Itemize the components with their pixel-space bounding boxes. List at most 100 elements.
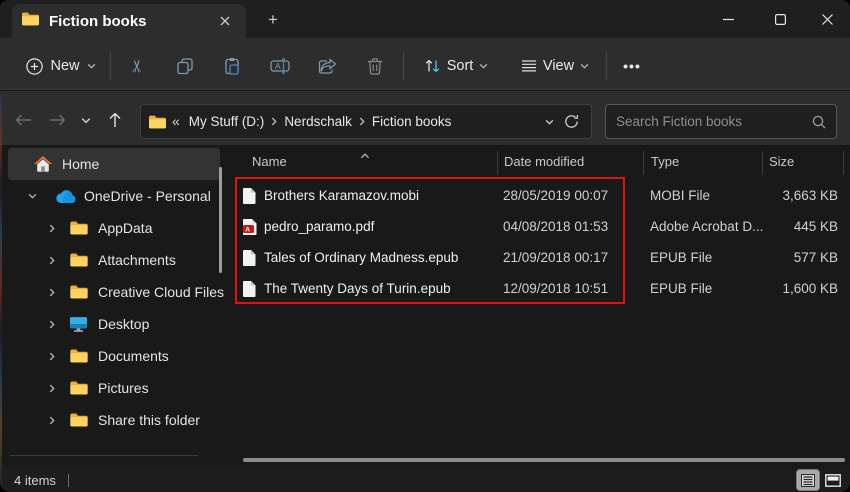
column-divider[interactable] (497, 151, 498, 175)
sidebar-item-share-this-folder[interactable]: Share this folder (8, 404, 220, 436)
copy-button[interactable] (165, 48, 205, 84)
up-arrow-icon (109, 112, 121, 128)
svg-text:A: A (275, 61, 281, 71)
file-row[interactable]: A pedro_paramo.pdf 04/08/2018 01:53 Adob… (0, 212, 850, 243)
file-name: Tales of Ordinary Madness.epub (264, 250, 458, 265)
chevron-right-icon[interactable] (269, 117, 279, 126)
generic-file-icon (243, 250, 256, 271)
tab-close-icon[interactable] (214, 10, 236, 32)
new-tab-button[interactable]: + (260, 7, 286, 33)
tab-title: Fiction books (49, 13, 214, 30)
folder-icon (70, 413, 88, 427)
see-more-button[interactable]: ••• (614, 48, 650, 84)
folder-icon (70, 381, 88, 395)
breadcrumb-overflow-button[interactable]: « (166, 113, 184, 131)
column-header-type[interactable]: Type (647, 150, 683, 173)
view-button[interactable]: View (512, 48, 598, 84)
file-explorer-window: Fiction books + New ✂ A (0, 0, 850, 492)
column-header-size[interactable]: Size (765, 150, 798, 173)
column-header-date-modified[interactable]: Date modified (500, 150, 588, 173)
share-button[interactable] (307, 48, 347, 84)
forward-button[interactable] (42, 105, 72, 135)
rename-button[interactable]: A (260, 48, 300, 84)
sort-button[interactable]: Sort (412, 48, 500, 84)
refresh-icon[interactable] (564, 114, 583, 129)
chevron-right-icon[interactable] (46, 320, 58, 329)
folder-icon (22, 12, 39, 31)
thumbnail-view-button[interactable] (822, 470, 844, 490)
chevron-down-icon (479, 63, 488, 69)
details-view-icon (801, 474, 815, 487)
file-name: Brothers Karamazov.mobi (264, 188, 419, 203)
desktop-icon (70, 317, 87, 332)
file-row[interactable]: The Twenty Days of Turin.epub 12/09/2018… (0, 274, 850, 305)
back-button[interactable] (8, 105, 38, 135)
toolbar-divider (606, 52, 607, 80)
sidebar-item-label: Desktop (98, 316, 149, 332)
chevron-down-icon (580, 63, 589, 69)
more-icon: ••• (623, 58, 641, 74)
column-divider[interactable] (762, 151, 763, 175)
file-row[interactable]: Tales of Ordinary Madness.epub 21/09/201… (0, 243, 850, 274)
paste-button[interactable] (212, 48, 252, 84)
column-divider[interactable] (843, 151, 844, 175)
folder-icon (70, 349, 88, 363)
column-header-name[interactable]: Name (248, 150, 291, 173)
sort-icon (424, 58, 441, 74)
close-button[interactable] (804, 0, 850, 38)
up-button[interactable] (100, 105, 130, 135)
thumbnail-view-icon (825, 474, 841, 487)
sidebar-item-pictures[interactable]: Pictures (8, 372, 220, 404)
details-view-button[interactable] (797, 470, 819, 490)
view-toggle-group (797, 470, 844, 490)
column-divider[interactable] (643, 151, 644, 175)
chevron-right-icon[interactable] (46, 352, 58, 361)
file-type: Adobe Acrobat D... (650, 219, 763, 234)
delete-button[interactable] (355, 48, 395, 84)
cut-icon: ✂ (128, 59, 148, 73)
sidebar-item-documents[interactable]: Documents (8, 340, 220, 372)
content-area: Home OneDrive - Personal AppData (0, 145, 850, 468)
file-type: EPUB File (650, 250, 712, 265)
file-size: 1,600 KB (748, 281, 838, 296)
view-button-label: View (543, 58, 574, 74)
maximize-icon (775, 14, 786, 25)
folder-icon (149, 115, 166, 129)
chevron-right-icon[interactable] (46, 384, 58, 393)
pdf-file-icon: A (243, 219, 257, 240)
back-arrow-icon (15, 114, 32, 126)
sort-ascending-icon (360, 146, 370, 164)
toolbar-divider (110, 52, 111, 80)
horizontal-scrollbar[interactable] (243, 458, 845, 462)
new-button[interactable]: New (14, 48, 108, 84)
share-icon (318, 58, 337, 75)
file-date: 12/09/2018 10:51 (503, 281, 608, 296)
chevron-right-icon[interactable] (46, 416, 58, 425)
desktop-edge-sliver (0, 95, 2, 492)
breadcrumb-my-stuff[interactable]: My Stuff (D:) (184, 111, 270, 132)
chevron-right-icon[interactable] (357, 117, 367, 126)
generic-file-icon (243, 281, 256, 302)
maximize-button[interactable] (757, 0, 803, 38)
search-box[interactable] (605, 104, 837, 139)
tab-fiction-books[interactable]: Fiction books (12, 4, 246, 38)
chevron-down-icon (87, 63, 96, 69)
sidebar-item-home[interactable]: Home (8, 148, 220, 180)
cut-button[interactable]: ✂ (118, 48, 158, 84)
paste-icon (223, 57, 241, 75)
sidebar-item-desktop[interactable]: Desktop (8, 308, 220, 340)
sort-button-label: Sort (447, 58, 474, 74)
breadcrumb-nerdschalk[interactable]: Nerdschalk (279, 111, 357, 132)
recent-locations-button[interactable] (74, 105, 98, 135)
address-bar[interactable]: « My Stuff (D:) Nerdschalk Fiction books (140, 104, 592, 139)
chevron-down-icon (81, 117, 91, 124)
search-input[interactable] (616, 114, 812, 129)
address-dropdown-chevron-icon[interactable] (535, 119, 564, 125)
breadcrumb-fiction-books[interactable]: Fiction books (367, 111, 457, 132)
file-row[interactable]: Brothers Karamazov.mobi 28/05/2019 00:07… (0, 181, 850, 212)
search-icon[interactable] (812, 115, 826, 129)
svg-text:A: A (245, 226, 250, 233)
minimize-button[interactable] (705, 0, 751, 38)
status-bar: 4 items (0, 468, 850, 492)
close-icon (822, 14, 833, 25)
